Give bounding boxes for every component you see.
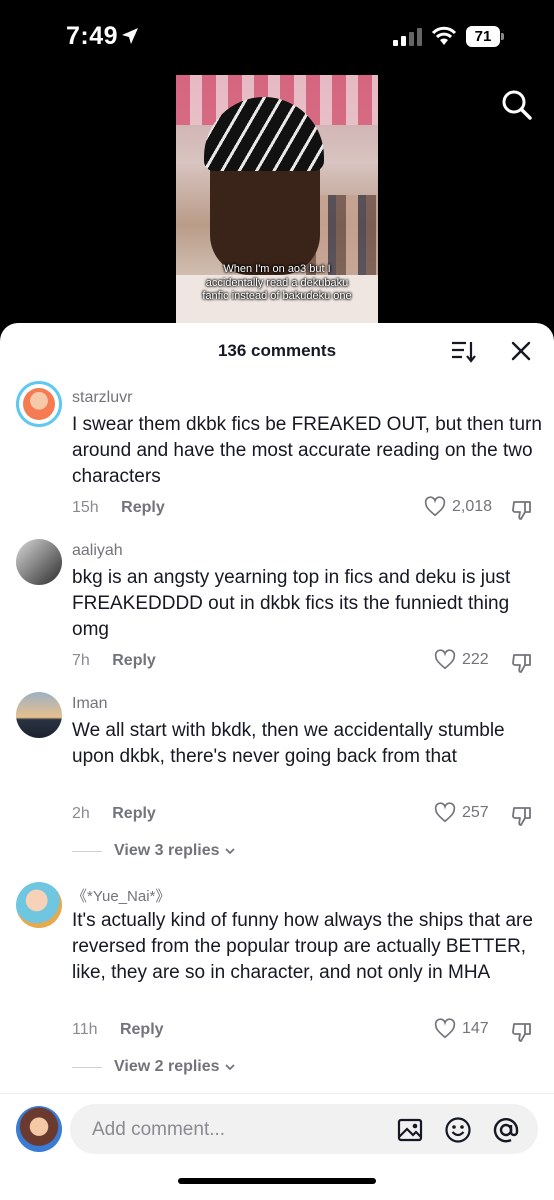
like-button[interactable]: 257 [434,802,489,824]
chevron-down-icon [224,1064,235,1071]
avatar[interactable] [16,692,62,738]
wifi-icon [431,26,457,45]
comment-username[interactable]: aaliyah [72,542,123,560]
heart-icon [434,649,456,670]
avatar[interactable] [16,539,62,585]
comment-username[interactable]: starzluvr [72,389,132,407]
dislike-icon[interactable] [510,498,534,522]
like-button[interactable]: 222 [434,649,489,671]
view-replies-button[interactable]: View 3 replies [72,842,237,860]
comments-sheet: 136 comments starzluvr I swear them dkbk… [0,323,554,1200]
video-caption: When I'm on ao3 but I accidentally read … [202,263,352,302]
heart-icon [424,496,446,517]
status-time: 7:49 [66,22,119,50]
view-replies-label: View 3 replies [114,842,220,859]
avatar[interactable] [16,381,62,427]
sort-icon[interactable] [450,338,476,364]
mention-icon[interactable] [492,1116,520,1144]
home-indicator [178,1178,376,1184]
comment-input-placeholder: Add comment... [92,1119,226,1140]
comment-meta: 2h Reply [72,805,156,823]
like-count: 222 [462,651,489,668]
comment-time: 11h [72,1021,98,1038]
heart-icon [434,802,456,823]
like-count: 2,018 [452,498,493,515]
comment-username[interactable]: Iman [72,695,108,713]
current-user-avatar [16,1106,62,1152]
like-count: 147 [462,1020,489,1037]
comment-text: It's actually kind of funny how always t… [72,910,533,983]
comment-text: bkg is an angsty yearning top in fics an… [72,567,511,640]
avatar[interactable] [16,882,62,928]
dislike-icon[interactable] [510,1020,534,1044]
battery-level: 71 [466,26,500,47]
like-count: 257 [462,804,489,821]
comment-time: 15h [72,499,99,516]
comment-meta: 7h Reply [72,652,156,670]
image-icon[interactable] [396,1116,424,1144]
view-replies-button[interactable]: View 2 replies [72,1058,237,1076]
dislike-icon[interactable] [510,804,534,828]
close-icon[interactable] [508,338,534,364]
reply-button[interactable]: Reply [112,805,156,822]
comment-time: 7h [72,652,90,669]
video-preview[interactable]: When I'm on ao3 but I accidentally read … [176,75,378,325]
comment-meta: 15h Reply [72,499,165,517]
emoji-icon[interactable] [444,1116,472,1144]
comment-text: We all start with bkdk, then we accident… [72,720,505,767]
battery-icon: 71 [466,26,504,47]
reply-button[interactable]: Reply [112,652,156,669]
heart-icon [434,1018,456,1039]
comment-meta: 11h Reply [72,1021,164,1039]
location-arrow-icon [122,28,138,44]
reply-button[interactable]: Reply [120,1021,164,1038]
like-button[interactable]: 2,018 [424,496,492,518]
comment-input[interactable]: Add comment... [70,1104,538,1154]
dislike-icon[interactable] [510,651,534,675]
comments-header: 136 comments [0,323,554,378]
comment-text: I swear them dkbk fics be FREAKED OUT, b… [72,414,542,487]
chevron-down-icon [224,848,235,855]
reply-button[interactable]: Reply [121,499,165,516]
comment-username[interactable]: 《*Yue_Nai*》 [72,885,170,906]
view-replies-label: View 2 replies [114,1058,220,1075]
comment-composer: Add comment... [0,1093,554,1200]
status-bar: 7:49 71 [0,0,554,70]
like-button[interactable]: 147 [434,1018,489,1040]
signal-icon [393,28,422,46]
comment-time: 2h [72,805,90,822]
search-icon[interactable] [500,88,534,122]
